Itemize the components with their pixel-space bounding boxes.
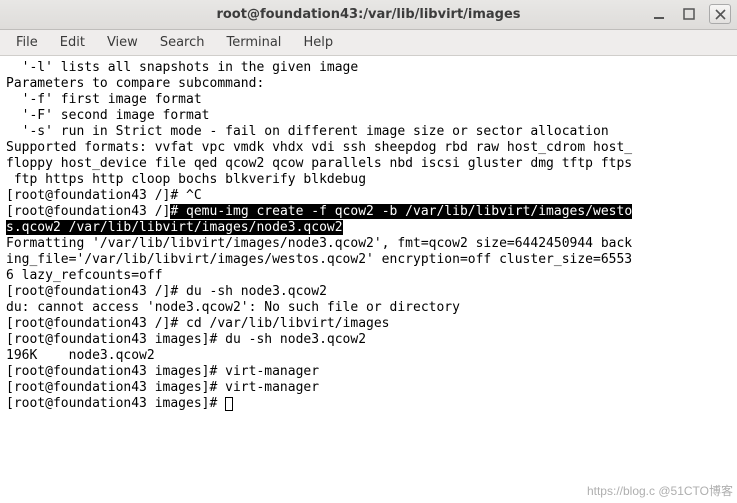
terminal-line: ing_file='/var/lib/libvirt/images/westos… xyxy=(6,252,731,268)
terminal-line: [root@foundation43 images]# virt-manager xyxy=(6,364,731,380)
terminal-line: [root@foundation43 /]# du -sh node3.qcow… xyxy=(6,284,731,300)
terminal-line: Formatting '/var/lib/libvirt/images/node… xyxy=(6,236,731,252)
terminal-line: '-F' second image format xyxy=(6,108,731,124)
terminal-line: '-l' lists all snapshots in the given im… xyxy=(6,60,731,76)
terminal-cursor xyxy=(225,397,233,411)
terminal-line: [root@foundation43 images]# xyxy=(6,396,731,412)
window-controls xyxy=(649,4,731,24)
terminal-line: [root@foundation43 /]# ^C xyxy=(6,188,731,204)
menu-view[interactable]: View xyxy=(97,32,148,53)
terminal-line: Parameters to compare subcommand: xyxy=(6,76,731,92)
menu-edit[interactable]: Edit xyxy=(50,32,95,53)
terminal-line: du: cannot access 'node3.qcow2': No such… xyxy=(6,300,731,316)
terminal-line: Supported formats: vvfat vpc vmdk vhdx v… xyxy=(6,140,731,156)
menubar: File Edit View Search Terminal Help xyxy=(0,30,737,56)
terminal-line: [root@foundation43 images]# du -sh node3… xyxy=(6,332,731,348)
maximize-button[interactable] xyxy=(679,4,699,24)
terminal-line: [root@foundation43 /]# cd /var/lib/libvi… xyxy=(6,316,731,332)
terminal-line: '-s' run in Strict mode - fail on differ… xyxy=(6,124,731,140)
terminal-line: floppy host_device file qed qcow2 qcow p… xyxy=(6,156,731,172)
menu-search[interactable]: Search xyxy=(150,32,215,53)
menu-help[interactable]: Help xyxy=(293,32,343,53)
terminal-output[interactable]: '-l' lists all snapshots in the given im… xyxy=(0,56,737,503)
minimize-button[interactable] xyxy=(649,4,669,24)
window-title: root@foundation43:/var/lib/libvirt/image… xyxy=(216,7,520,22)
window-titlebar: root@foundation43:/var/lib/libvirt/image… xyxy=(0,0,737,30)
close-button[interactable] xyxy=(709,4,731,24)
terminal-line: 6 lazy_refcounts=off xyxy=(6,268,731,284)
terminal-line: [root@foundation43 images]# virt-manager xyxy=(6,380,731,396)
terminal-line: ftp https http cloop bochs blkverify blk… xyxy=(6,172,731,188)
terminal-line: [root@foundation43 /]# qemu-img create -… xyxy=(6,204,731,220)
terminal-line: s.qcow2 /var/lib/libvirt/images/node3.qc… xyxy=(6,220,731,236)
menu-file[interactable]: File xyxy=(6,32,48,53)
terminal-line: '-f' first image format xyxy=(6,92,731,108)
menu-terminal[interactable]: Terminal xyxy=(216,32,291,53)
terminal-line: 196K node3.qcow2 xyxy=(6,348,731,364)
